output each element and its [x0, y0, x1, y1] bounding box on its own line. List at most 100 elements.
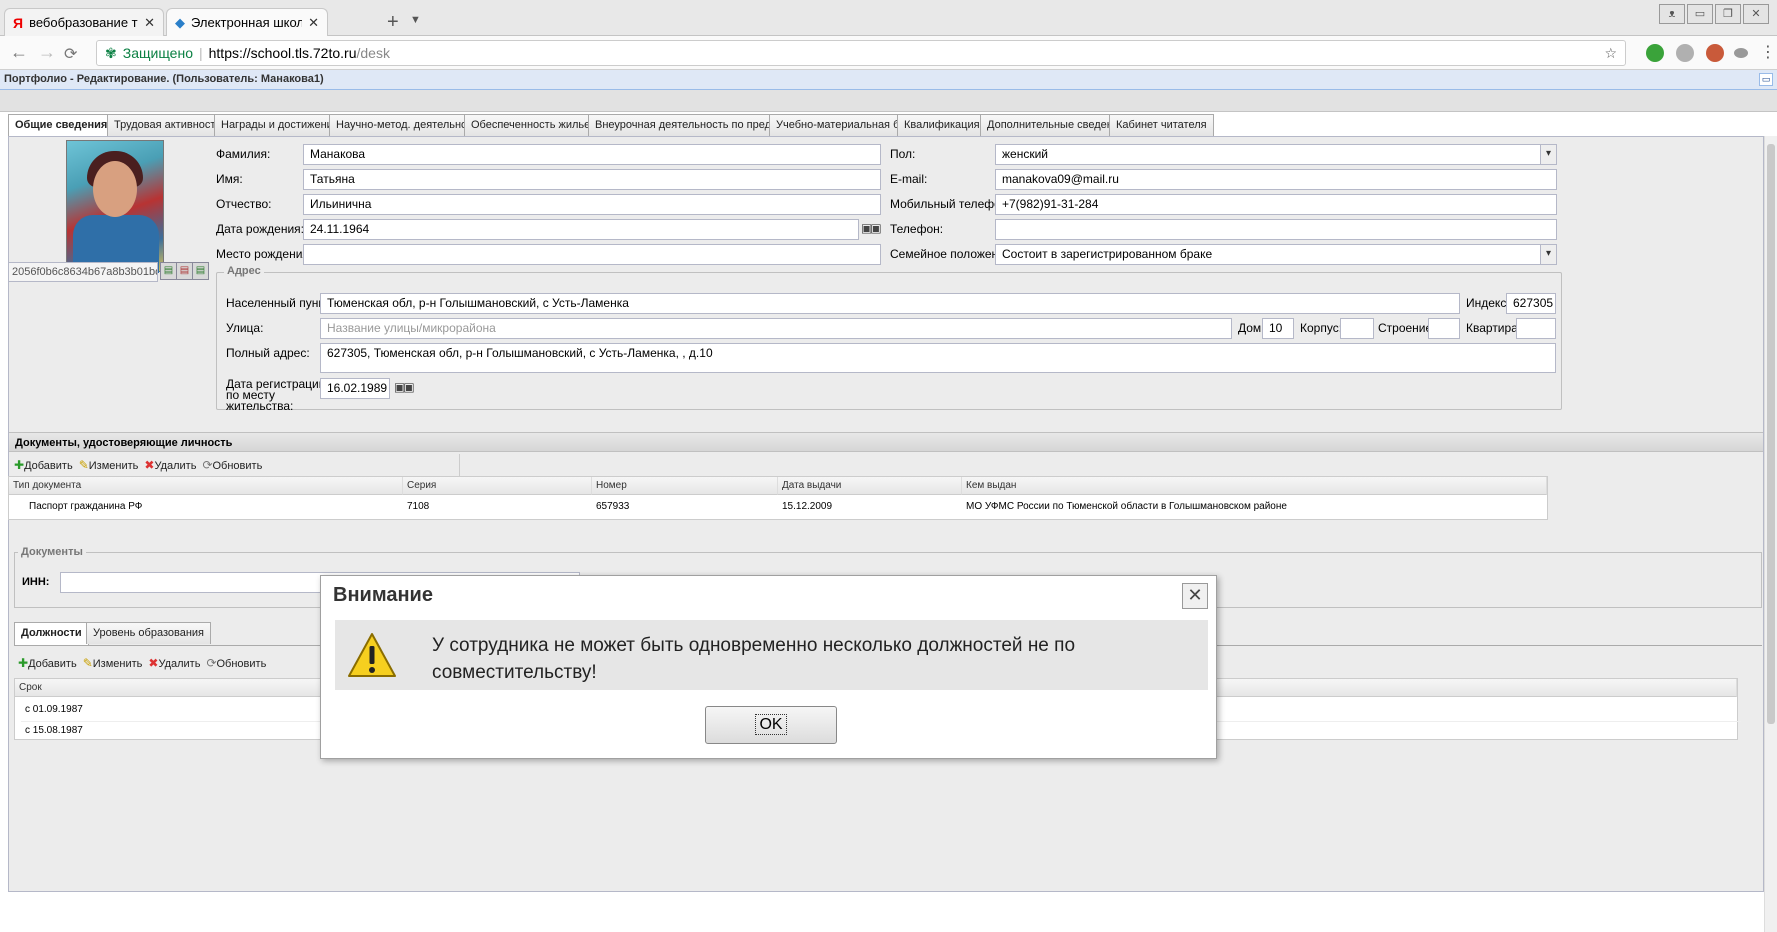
tab-housing[interactable]: Обеспеченность жильем: [464, 114, 605, 136]
name-field[interactable]: Татьяна: [303, 169, 881, 190]
chevron-down-icon[interactable]: ▾: [1540, 145, 1556, 164]
portfolio-tabs: Общие сведения Трудовая активность Награ…: [8, 114, 1768, 137]
window-header: Портфолио - Редактирование. (Пользовател…: [0, 70, 1777, 90]
menu-icon[interactable]: ⋮: [1760, 42, 1776, 62]
reg-date-field[interactable]: 16.02.1989: [320, 378, 390, 399]
view-photo-icon[interactable]: ▤: [192, 262, 209, 280]
mobile-label: Мобильный телефон:: [890, 197, 1011, 211]
user-icon[interactable]: ᴥ: [1659, 4, 1685, 24]
patronymic-field[interactable]: Ильинична: [303, 194, 881, 215]
tab-positions[interactable]: Должности: [14, 622, 89, 645]
calendar-icon[interactable]: ▣▣: [861, 221, 889, 239]
minimize-icon[interactable]: ▭: [1687, 4, 1713, 24]
phone-field[interactable]: [995, 219, 1557, 240]
browser-tab-1[interactable]: Я вебобразование тюм об ✕: [4, 8, 164, 36]
column-header[interactable]: Тип документа: [9, 477, 403, 495]
alert-dialog: Внимание ✕ У сотрудника не может быть од…: [320, 575, 1217, 759]
street-field[interactable]: Название улицы/микрорайона: [320, 318, 1232, 339]
tab-reader-cabinet[interactable]: Кабинет читателя: [1109, 114, 1214, 136]
house-field[interactable]: 10: [1262, 318, 1294, 339]
column-header[interactable]: Кем выдан: [962, 477, 1547, 495]
lock-icon: ✾: [105, 44, 117, 61]
vertical-scrollbar[interactable]: [1764, 136, 1777, 932]
upload-photo-icon[interactable]: ▤: [160, 262, 177, 280]
table-cell[interactable]: с 01.09.1987: [21, 701, 87, 718]
column-header[interactable]: Серия: [403, 477, 592, 495]
url-text: https://school.tls.72to.ru/desk: [208, 45, 390, 61]
close-window-icon[interactable]: ✕: [1743, 4, 1769, 24]
gender-value: женский: [1002, 147, 1048, 161]
delete-button[interactable]: ✖Удалить: [144, 458, 196, 472]
table-cell[interactable]: Паспорт гражданина РФ: [25, 498, 146, 515]
close-icon[interactable]: ✕: [1182, 583, 1208, 609]
extension-icon[interactable]: [1734, 48, 1748, 58]
edit-button[interactable]: ✎Изменить: [79, 458, 139, 472]
add-button[interactable]: ✚Добавить: [18, 656, 77, 670]
delete-photo-icon[interactable]: ▤: [176, 262, 193, 280]
tab-education-level[interactable]: Уровень образования: [86, 622, 212, 644]
refresh-icon: ⟳: [202, 458, 213, 472]
plus-icon: ✚: [18, 656, 29, 670]
calendar-icon[interactable]: ▣▣: [394, 380, 422, 398]
back-icon[interactable]: ←: [10, 42, 28, 63]
extension-icon[interactable]: [1676, 44, 1694, 62]
mobile-field[interactable]: +7(982)91-31-284: [995, 194, 1557, 215]
window-title: Портфолио - Редактирование. (Пользовател…: [4, 73, 324, 85]
delete-button[interactable]: ✖Удалить: [148, 656, 200, 670]
surname-field[interactable]: Манакова: [303, 144, 881, 165]
close-icon[interactable]: ✕: [144, 15, 155, 31]
url-field[interactable]: ✾ Защищено | https://school.tls.72to.ru/…: [96, 40, 1626, 66]
dialog-body: У сотрудника не может быть одновременно …: [335, 620, 1208, 690]
new-tab-icon[interactable]: +: [387, 11, 399, 34]
ok-button[interactable]: OK: [705, 706, 837, 744]
star-icon[interactable]: ☆: [1604, 45, 1617, 62]
table-cell[interactable]: 657933: [592, 498, 633, 515]
stroenie-field[interactable]: [1428, 318, 1460, 339]
marital-select[interactable]: Состоит в зарегистрированном браке ▾: [995, 244, 1557, 265]
forward-icon[interactable]: →: [38, 42, 56, 63]
refresh-button[interactable]: ⟳Обновить: [202, 458, 262, 472]
tab-awards[interactable]: Награды и достижения: [214, 114, 346, 136]
column-header[interactable]: Дата выдачи: [778, 477, 962, 495]
column-header[interactable]: Номер: [592, 477, 778, 495]
korpus-field[interactable]: [1340, 318, 1374, 339]
reload-icon[interactable]: ⟳: [64, 44, 77, 64]
tab-qualification[interactable]: Квалификация: [897, 114, 987, 136]
add-button[interactable]: ✚Добавить: [14, 458, 73, 472]
full-address-field[interactable]: 627305, Тюменская обл, р-н Голышмановски…: [320, 343, 1556, 373]
address-legend: Адрес: [224, 265, 264, 277]
gender-select[interactable]: женский ▾: [995, 144, 1557, 165]
close-icon[interactable]: ✕: [308, 15, 319, 31]
tab-general[interactable]: Общие сведения: [8, 114, 115, 137]
browser-tab-bar: Я вебобразование тюм об ✕ ◆ Электронная …: [0, 0, 1777, 36]
extension-icon[interactable]: [1646, 44, 1664, 62]
table-cell[interactable]: 15.12.2009: [778, 498, 836, 515]
inn-label: ИНН:: [22, 576, 50, 588]
index-field[interactable]: 627305: [1506, 293, 1556, 314]
maximize-icon[interactable]: ▭: [1759, 73, 1773, 86]
kvartira-field[interactable]: [1516, 318, 1556, 339]
restore-icon[interactable]: ❐: [1715, 4, 1741, 24]
locality-label: Населенный пункт:: [226, 296, 333, 310]
toolbar-strip: [0, 90, 1777, 112]
tab-work[interactable]: Трудовая активность: [107, 114, 229, 136]
id-docs-header: Документы, удостоверяющие личность: [9, 432, 1763, 452]
patronymic-label: Отчество:: [216, 197, 272, 211]
gender-label: Пол:: [890, 147, 916, 161]
browser-tab-2[interactable]: ◆ Электронная школа Тюм ✕: [166, 8, 328, 36]
browser-tab-label: вебобразование тюм об: [29, 15, 138, 30]
refresh-button[interactable]: ⟳Обновить: [206, 656, 266, 670]
delete-icon: ✖: [144, 458, 155, 472]
birthplace-field[interactable]: [303, 244, 881, 265]
reg-date-label: Дата регистрации по месту жительства:: [226, 377, 326, 413]
table-cell[interactable]: 7108: [403, 498, 433, 515]
edit-button[interactable]: ✎Изменить: [83, 656, 143, 670]
email-field[interactable]: manakova09@mail.ru: [995, 169, 1557, 190]
extension-icon[interactable]: [1706, 44, 1724, 62]
chevron-down-icon[interactable]: ▾: [1540, 245, 1556, 264]
plus-icon: ✚: [14, 458, 25, 472]
tab-menu-icon[interactable]: ▼: [410, 14, 421, 26]
birthdate-field[interactable]: 24.11.1964: [303, 219, 859, 240]
table-cell[interactable]: МО УФМС России по Тюменской области в Го…: [962, 498, 1291, 515]
locality-field[interactable]: Тюменская обл, р-н Голышмановский, с Уст…: [320, 293, 1460, 314]
